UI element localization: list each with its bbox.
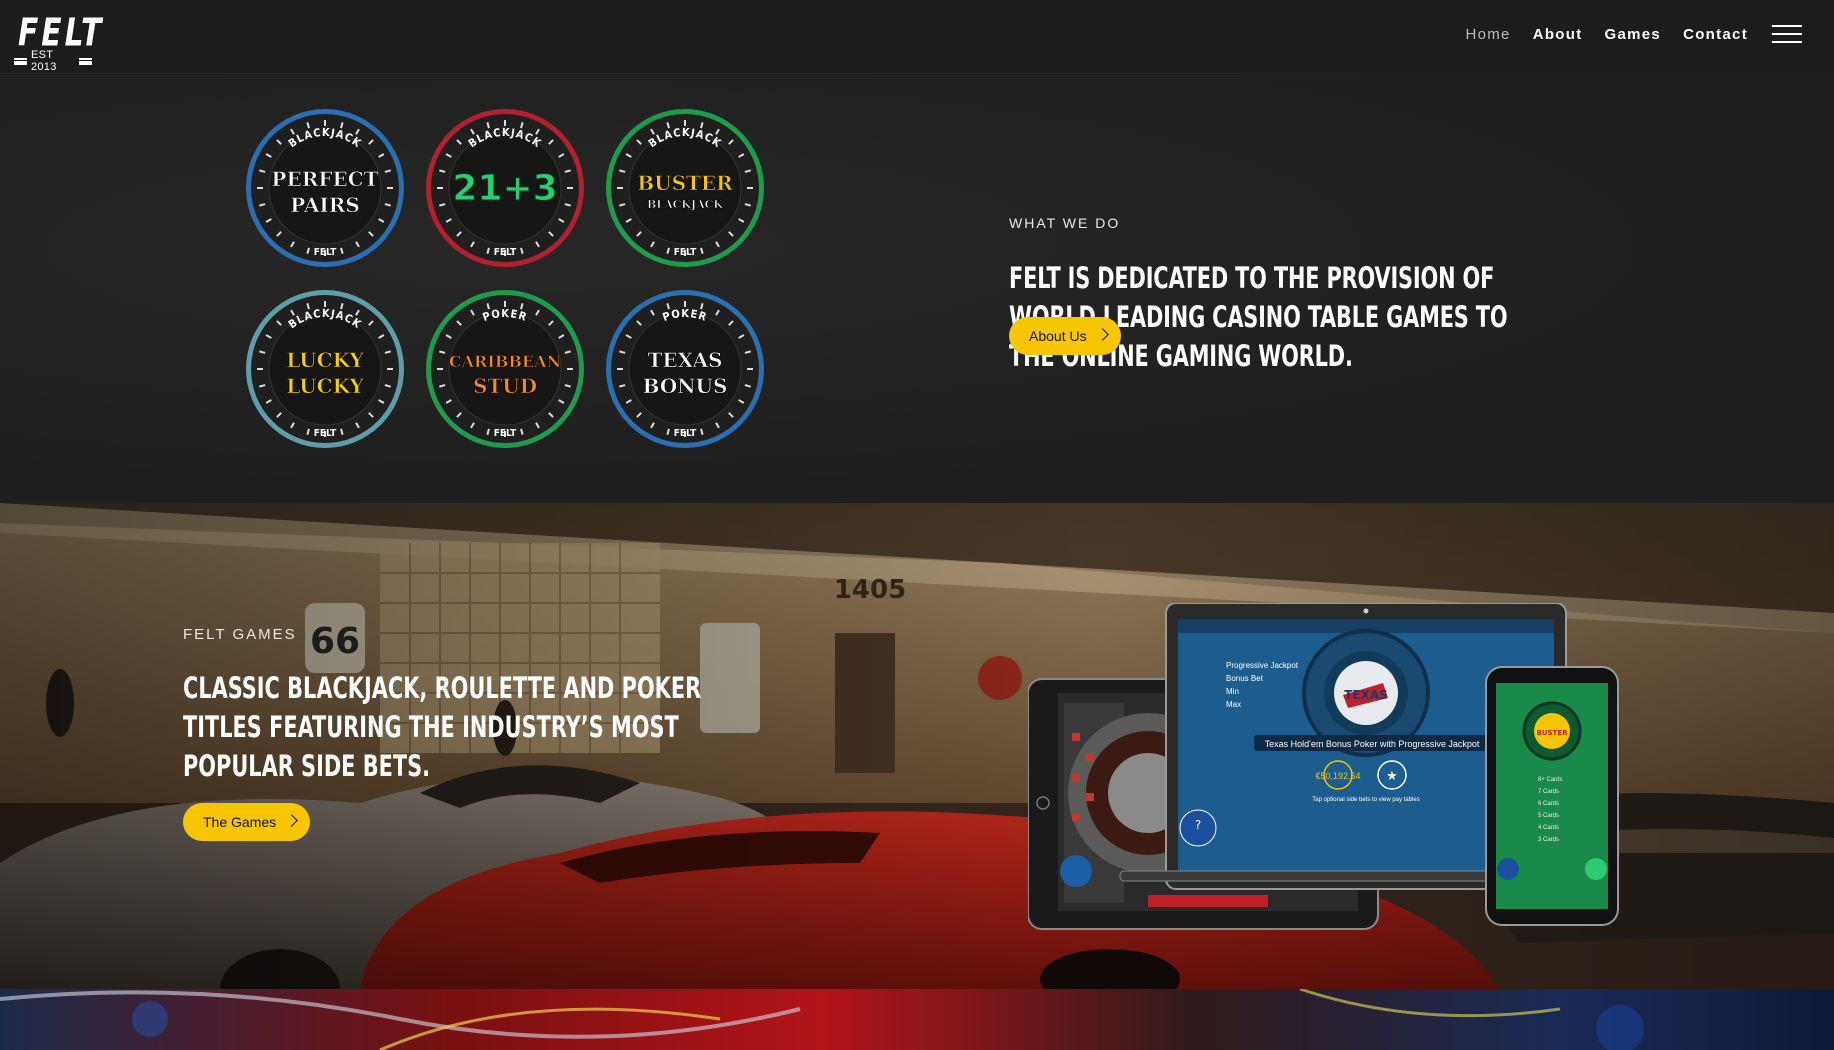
chevron-right-icon (285, 814, 298, 827)
svg-text:BUSTER: BUSTER (1536, 729, 1568, 737)
svg-text:TEXAS: TEXAS (648, 348, 723, 372)
what-we-do-section: BLACKJACK FELT PERFECT PAIRS BLACKJACK F… (0, 75, 1834, 503)
svg-text:BONUS: BONUS (643, 374, 728, 398)
logo-bars-left-icon (14, 57, 27, 65)
svg-text:FELT: FELT (674, 428, 697, 439)
svg-text:CARIBBEAN: CARIBBEAN (449, 352, 561, 371)
felt-games-eyebrow: FELT GAMES (183, 626, 297, 643)
about-us-button[interactable]: About Us (1009, 317, 1121, 355)
svg-text:5 Cards: 5 Cards (1538, 813, 1559, 819)
svg-text:21+3: 21+3 (452, 168, 557, 209)
svg-text:FELT: FELT (674, 247, 697, 258)
svg-text:FELT: FELT (314, 428, 337, 439)
svg-text:FELT: FELT (494, 247, 517, 258)
svg-text:6 Cards: 6 Cards (1538, 801, 1559, 807)
svg-text:STUD: STUD (473, 374, 537, 398)
chevron-right-icon (1096, 328, 1109, 341)
game-chip[interactable]: POKER FELT TEXAS BONUS (605, 289, 765, 449)
svg-text:?: ? (1195, 818, 1201, 832)
nav-home[interactable]: Home (1465, 26, 1510, 43)
svg-text:★: ★ (1386, 769, 1398, 784)
logo-est-text: EST 2013 (30, 49, 57, 73)
next-section-banner (0, 989, 1834, 1050)
hamburger-icon[interactable] (1772, 25, 1802, 43)
the-games-label: The Games (203, 814, 277, 830)
svg-text:BLACKJACK: BLACKJACK (647, 198, 723, 211)
neon-background-image (0, 989, 1644, 1050)
svg-text:LUCKY: LUCKY (286, 348, 364, 372)
game-chip[interactable]: BLACKJACK FELT 21+3 (425, 108, 585, 268)
svg-text:3 Cards: 3 Cards (1538, 837, 1559, 843)
svg-text:€50,192.64: €50,192.64 (1315, 771, 1360, 781)
svg-text:FELT: FELT (494, 428, 517, 439)
svg-text:FELT: FELT (314, 247, 337, 258)
what-we-do-eyebrow: WHAT WE DO (1009, 215, 1121, 231)
felt-logo[interactable]: FELT EST 2013 (14, 10, 101, 73)
svg-text:Progressive Jackpot: Progressive Jackpot (1226, 661, 1299, 670)
game-chip[interactable]: POKER FELT CARIBBEAN STUD (425, 289, 585, 449)
site-header: FELT EST 2013 Home About Games Contact (0, 0, 1834, 74)
texas-chip-mini: TEXAS (1334, 661, 1398, 725)
felt-games-section: 66 1405 FELT GAMES CLASSIC BLACKJACK, RO… (0, 503, 1834, 989)
about-us-label: About Us (1029, 328, 1087, 344)
svg-text:Bonus Bet: Bonus Bet (1226, 674, 1264, 683)
svg-text:PERFECT: PERFECT (271, 167, 378, 191)
svg-text:Min: Min (1226, 687, 1239, 696)
devices-mockup-image: TEXAS Texas Hold'em Bonus Poker with Pro… (1028, 603, 1619, 930)
svg-text:PAIRS: PAIRS (290, 193, 360, 217)
nav-about[interactable]: About (1533, 26, 1583, 43)
felt-games-heading: CLASSIC BLACKJACK, ROULETTE AND POKER TI… (183, 671, 702, 783)
svg-text:Texas Hold'em Bonus Poker with: Texas Hold'em Bonus Poker with Progressi… (1265, 739, 1480, 749)
nav-contact[interactable]: Contact (1683, 26, 1748, 43)
svg-text:4 Cards: 4 Cards (1538, 825, 1559, 831)
logo-bars-right-icon (79, 57, 92, 65)
svg-text:LUCKY: LUCKY (286, 374, 364, 398)
the-games-button[interactable]: The Games (183, 803, 310, 841)
svg-text:TEXAS: TEXAS (1344, 688, 1388, 702)
main-nav: Home About Games Contact (1465, 26, 1748, 43)
svg-text:Tap optional side bets to view: Tap optional side bets to view pay table… (1312, 797, 1419, 803)
game-chip[interactable]: BLACKJACK FELT BUSTER BLACKJACK (605, 108, 765, 268)
game-chip[interactable]: BLACKJACK FELT LUCKY LUCKY (245, 289, 405, 449)
game-chip[interactable]: BLACKJACK FELT PERFECT PAIRS (245, 108, 405, 268)
svg-text:BUSTER: BUSTER (637, 171, 733, 195)
svg-text:Max: Max (1226, 700, 1241, 709)
nav-games[interactable]: Games (1605, 26, 1662, 43)
svg-text:8+ Cards: 8+ Cards (1538, 777, 1563, 783)
svg-text:7 Cards: 7 Cards (1538, 789, 1559, 795)
logo-est: EST 2013 (14, 49, 92, 73)
